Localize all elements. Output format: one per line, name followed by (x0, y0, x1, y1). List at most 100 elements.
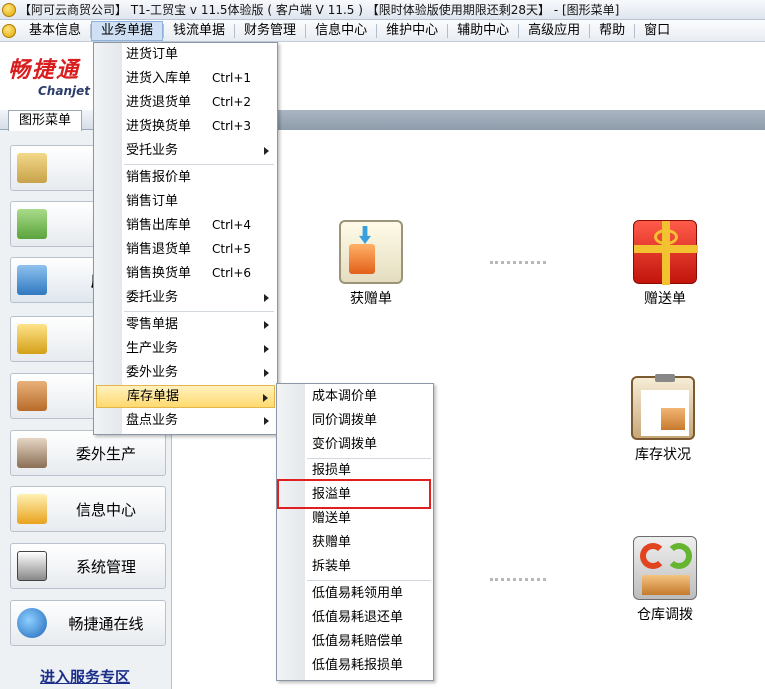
cash-coin-icon (17, 324, 47, 354)
menu-item-label: 受托业务 (126, 143, 179, 158)
flow-connector (490, 261, 546, 265)
menu-item-label: 进货入库单 (126, 71, 192, 86)
submenu-item-assembly[interactable]: 拆装单 (279, 555, 431, 578)
sidebar-item-outsourcing[interactable]: 委外生产 (10, 430, 166, 476)
menu-item-label: 进货订单 (126, 47, 179, 62)
menu-item-sales-quote[interactable]: 销售报价单 (96, 166, 275, 189)
submenu-arrow-icon (263, 394, 268, 402)
submenu-arrow-icon (264, 369, 269, 377)
menu-item-purchase-exchange[interactable]: 进货换货单 Ctrl+3 (96, 115, 275, 138)
menu-item-label: 委托业务 (126, 290, 179, 305)
menu-item-retail[interactable]: 零售单据 (96, 313, 275, 336)
feature-label: 获赠单 (350, 291, 392, 307)
feature-stock-status[interactable]: 库存状况 (618, 374, 708, 464)
menu-item-sales-return[interactable]: 销售退货单 Ctrl+5 (96, 238, 275, 261)
sidebar-item-label: 畅捷通在线 (68, 614, 144, 633)
menu-separator (124, 164, 274, 165)
menu-item-sales-outbound[interactable]: 销售出库单 Ctrl+4 (96, 214, 275, 237)
feature-gift-send[interactable]: 赠送单 (620, 220, 710, 308)
sidebar-item-label: 信息中心 (75, 500, 136, 519)
menu-item-production[interactable]: 生产业务 (96, 337, 275, 360)
menu-item-label: 委外业务 (126, 365, 179, 380)
menu-item-shortcut: Ctrl+3 (212, 119, 252, 133)
menu-item-purchase-order[interactable]: 进货订单 (96, 43, 275, 66)
submenu-arrow-icon (264, 321, 269, 329)
window-title: 【阿可云商贸公司】 T1-工贸宝 v 11.5体验版 ( 客户端 V 11.5 … (19, 3, 620, 17)
feature-label: 赠送单 (644, 291, 686, 307)
sidebar-item-info-center[interactable]: 信息中心 (10, 486, 166, 532)
submenu-item-consumable-issue[interactable]: 低值易耗领用单 (279, 582, 431, 605)
menu-bar: 基本信息 业务单据 钱流单据 财务管理 信息中心 维护中心 辅助中心 高级应用 … (0, 20, 765, 42)
menu-item-shortcut: Ctrl+2 (212, 95, 252, 109)
clipboard-stock-icon (631, 374, 695, 440)
brand-logo-cn: 畅捷通 (8, 58, 81, 83)
menu-item-shortcut: Ctrl+5 (212, 242, 252, 256)
menu-advanced[interactable]: 高级应用 (519, 21, 589, 41)
system-sliders-icon (17, 551, 47, 581)
menu-info-center[interactable]: 信息中心 (306, 21, 376, 41)
menu-business-docs[interactable]: 业务单据 (91, 20, 164, 41)
submenu-item-consumable-compensation[interactable]: 低值易耗赔偿单 (279, 630, 431, 653)
submenu-item-consumable-loss[interactable]: 低值易耗报损单 (279, 654, 431, 677)
menu-item-purchase-return[interactable]: 进货退货单 Ctrl+2 (96, 91, 275, 114)
menu-finance[interactable]: 财务管理 (235, 21, 305, 41)
submenu-item-gift-send[interactable]: 赠送单 (279, 507, 431, 530)
menu-item-label: 销售订单 (126, 194, 179, 209)
submenu-item-cost-adjust[interactable]: 成本调价单 (279, 385, 431, 408)
menu-item-sales-exchange[interactable]: 销售换货单 Ctrl+6 (96, 262, 275, 285)
menu-item-label: 销售出库单 (126, 218, 192, 233)
app-menu-icon[interactable] (2, 23, 16, 38)
menu-item-shortcut: Ctrl+4 (212, 218, 252, 232)
submenu-item-gift-receipt[interactable]: 获赠单 (279, 531, 431, 554)
menu-item-inventory-docs[interactable]: 库存单据 (96, 385, 275, 408)
menu-item-label: 进货退货单 (126, 95, 192, 110)
menu-cash-docs[interactable]: 钱流单据 (164, 21, 234, 41)
sidebar-item-online[interactable]: 畅捷通在线 (10, 600, 166, 646)
menu-item-label: 库存单据 (127, 389, 180, 404)
menu-item-outsourcing[interactable]: 委外业务 (96, 361, 275, 384)
menu-item-sales-order[interactable]: 销售订单 (96, 190, 275, 213)
title-bar: 【阿可云商贸公司】 T1-工贸宝 v 11.5体验版 ( 客户端 V 11.5 … (0, 0, 765, 20)
menu-maintenance[interactable]: 维护中心 (377, 21, 447, 41)
service-zone-link[interactable]: 进入服务专区 (40, 666, 130, 687)
globe-icon (17, 608, 47, 638)
production-cabinet-icon (17, 381, 47, 411)
menu-item-label: 进货换货单 (126, 119, 192, 134)
submenu-item-price-change-transfer[interactable]: 变价调拨单 (279, 433, 431, 456)
menu-basic-info[interactable]: 基本信息 (20, 21, 90, 41)
menu-auxiliary[interactable]: 辅助中心 (448, 21, 518, 41)
sidebar-item-system-admin[interactable]: 系统管理 (10, 543, 166, 589)
menu-item-label: 销售换货单 (126, 266, 192, 281)
sidebar-item-label: 系统管理 (75, 557, 136, 576)
outsourcing-tray-icon (17, 438, 47, 468)
sales-basket-icon (17, 209, 47, 239)
info-mail-bulb-icon (17, 494, 47, 524)
menu-item-shortcut: Ctrl+1 (212, 71, 252, 85)
app-icon (2, 2, 16, 17)
purchase-basket-icon (17, 153, 47, 183)
gift-receipt-icon (339, 220, 403, 284)
brand-logo-en: Chanjet (38, 84, 90, 98)
menu-item-stocktaking[interactable]: 盘点业务 (96, 409, 275, 432)
menu-help[interactable]: 帮助 (590, 21, 634, 41)
feature-warehouse-transfer[interactable]: 仓库调拨 (620, 536, 710, 624)
sidebar-item-label: 委外生产 (75, 444, 136, 463)
menu-window[interactable]: 窗口 (635, 21, 679, 41)
menu-item-consignment-out[interactable]: 委托业务 (96, 286, 275, 309)
menu-item-consignment-in[interactable]: 受托业务 (96, 139, 275, 162)
submenu-arrow-icon (264, 147, 269, 155)
gift-box-icon (633, 220, 698, 285)
menu-separator (124, 311, 274, 312)
flow-connector (490, 578, 546, 582)
feature-gift-receipt[interactable]: 获赠单 (326, 220, 416, 308)
tab-graphic-menu[interactable]: 图形菜单 (8, 110, 82, 131)
menu-item-label: 销售退货单 (126, 242, 192, 257)
submenu-item-same-price-transfer[interactable]: 同价调拨单 (279, 409, 431, 432)
menu-item-label: 零售单据 (126, 317, 179, 332)
menu-item-label: 盘点业务 (126, 413, 179, 428)
menu-item-label: 生产业务 (126, 341, 179, 356)
menu-item-purchase-inbound[interactable]: 进货入库单 Ctrl+1 (96, 67, 275, 90)
menu-item-label: 销售报价单 (126, 170, 192, 185)
submenu-item-consumable-return[interactable]: 低值易耗退还单 (279, 606, 431, 629)
submenu-arrow-icon (264, 345, 269, 353)
